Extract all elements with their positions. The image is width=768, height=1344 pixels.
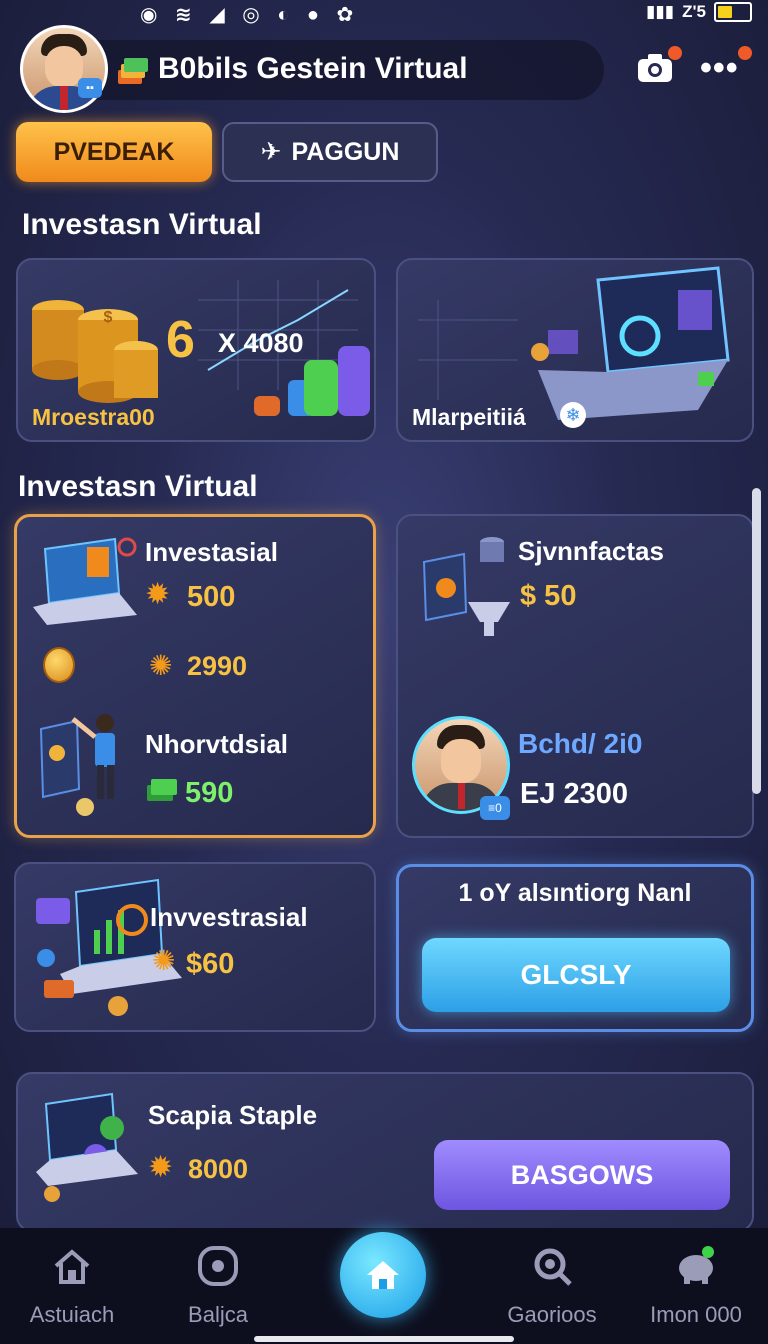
card-d-title: 1 oY alsıntiorg Nanl (458, 879, 692, 907)
card-sjvnnfactas[interactable]: Sjvnnfactas $ 50 ≡0 Bchd/ 2i0 EJ 2300 (396, 514, 754, 838)
home-button[interactable] (340, 1232, 426, 1318)
card-c-title: Invvestrasial (150, 902, 308, 932)
card-b-name: Bchd/ 2i0 (518, 728, 643, 759)
card-b-title: Sjvnnfactas (518, 536, 664, 566)
nav-label-imon: Imon 000 (650, 1302, 742, 1327)
piggy-bank-icon (679, 1246, 714, 1284)
app-title: B0bils Gestein Virtual (158, 52, 468, 85)
nav-item-gaorioos[interactable]: Gaorioos (492, 1244, 612, 1328)
id-badge-icon: ≡0 (480, 796, 510, 820)
coin-icon (43, 647, 75, 683)
trophy-chart-icon (422, 537, 510, 636)
status-right: ▮▮▮ Z'5 (646, 2, 752, 22)
snowflake-icon: ❄ (560, 402, 586, 428)
basgows-button[interactable]: BASGOWS (434, 1140, 730, 1210)
battery-icon (714, 2, 752, 22)
svg-text:$: $ (104, 309, 113, 326)
laptop-chart-icon (33, 537, 137, 625)
scrollbar[interactable] (752, 488, 761, 794)
card-a-value1: 500 (187, 581, 236, 613)
tab-paggun-label: PAGGUN (291, 137, 400, 166)
star-icon: ✹ (145, 578, 171, 611)
chat-icon: ▪▪ (78, 78, 102, 98)
gear-icon: ✺ (149, 650, 173, 681)
card-a-value3: 590 (185, 777, 234, 809)
circle-target-icon (198, 1246, 238, 1286)
nav-item-imon[interactable]: Imon 000 (636, 1244, 756, 1328)
nav-item-astuiach[interactable]: Astuiach (12, 1244, 132, 1328)
presenter-icon (39, 714, 115, 816)
star-icon: ✹ (148, 1151, 174, 1184)
notification-icons: ◉ ≋ ◢ ◎ ◐ ● ✿ (140, 4, 360, 26)
card-e-title: Scapia Staple (148, 1100, 318, 1130)
house-outline-icon (54, 1249, 90, 1284)
nav-label-gaorioos: Gaorioos (507, 1302, 597, 1327)
card-e-value: 8000 (188, 1154, 249, 1184)
avatar[interactable] (20, 25, 108, 113)
home-icon (367, 1261, 399, 1289)
camera-badge (668, 46, 682, 60)
card-b-value2: EJ 2300 (520, 778, 629, 810)
card-investasial[interactable]: Investasial ✹ 500 ✺ 2990 Nhorvtdsial 590 (14, 514, 376, 838)
nav-item-baljca[interactable]: Baljca (158, 1244, 278, 1328)
card-a-subtitle: Nhorvtdsial (145, 729, 289, 759)
laptop-crypto-icon (36, 1092, 138, 1202)
tab-pvedeak[interactable]: PVEDEAK (16, 122, 212, 182)
card-laptop-label: Mlarpeitiiá (412, 404, 526, 430)
tab-paggun[interactable]: ✈ PAGGUN (222, 122, 438, 182)
glcsly-button-label: GLCSLY (520, 959, 632, 990)
home-indicator[interactable] (254, 1336, 514, 1342)
more-badge (738, 46, 752, 60)
plane-icon: ✈ (260, 138, 282, 166)
card-a-title: Investasial (145, 537, 278, 567)
section-title-1: Investasn Virtual (22, 208, 262, 241)
section-title-2: Investasn Virtual (18, 470, 258, 503)
card-coins[interactable]: $ 6 X 4080 Mroestra00 (16, 258, 376, 442)
more-icon[interactable]: ••• (700, 51, 739, 85)
cash-icon (147, 779, 177, 801)
basgows-button-label: BASGOWS (510, 1159, 654, 1190)
big-number: 6 (166, 311, 195, 369)
nav-label-astuiach: Astuiach (29, 1302, 115, 1327)
nav-label-baljca: Baljca (188, 1302, 248, 1327)
card-b-value1: $ 50 (520, 580, 577, 612)
status-bar: ◉ ≋ ◢ ◎ ◐ ● ✿ ▮▮▮ Z'5 (0, 0, 768, 26)
status-time: Z'5 (682, 2, 706, 21)
card-a-value2: 2990 (187, 651, 248, 681)
multiplier-value: X 4080 (218, 328, 304, 358)
card-laptop[interactable]: Mlarpeitiiá ❄ (396, 258, 754, 442)
card-c-value: $60 (186, 948, 235, 980)
card-coins-label: Mroestra00 (32, 404, 155, 430)
cash-stack-icon (118, 58, 148, 84)
search-icon (534, 1248, 572, 1286)
glcsly-button[interactable]: GLCSLY (422, 938, 730, 1012)
signal-icon: ▮▮▮ (646, 2, 675, 21)
gear-coin-icon: ✺ (152, 945, 176, 976)
card-invvestrasial[interactable]: Invvestrasial ✺ $60 (14, 862, 376, 1032)
tab-pvedeak-label: PVEDEAK (53, 137, 175, 166)
